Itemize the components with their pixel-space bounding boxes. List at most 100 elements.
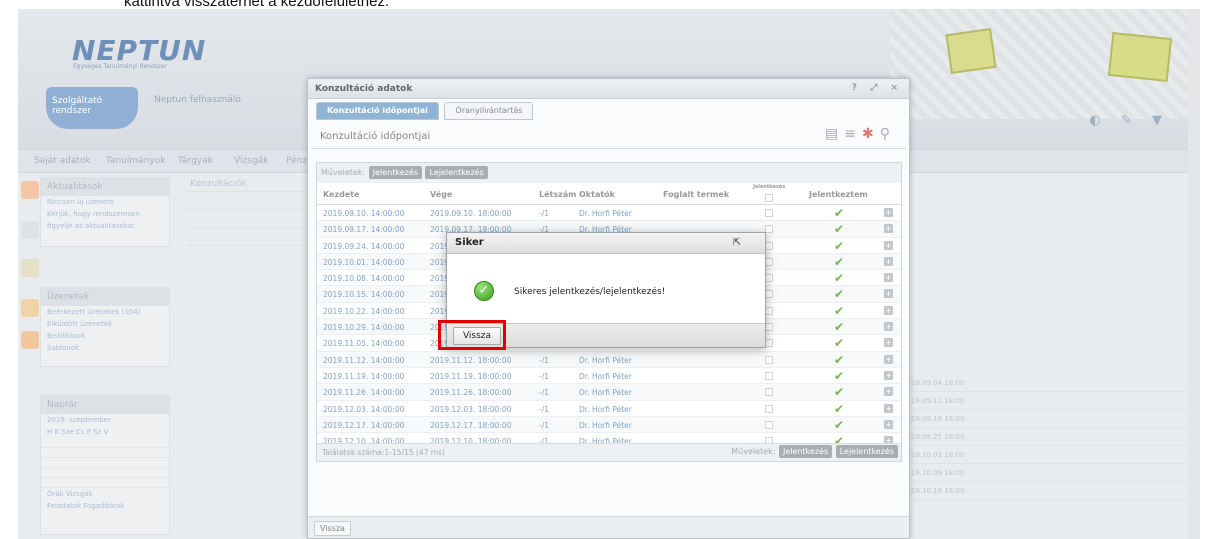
menu-item[interactable]: Tanulmányok [106,156,165,166]
expand-icon[interactable]: + [884,354,893,364]
cell-start: 2019.09.17. 14:00:00 [323,225,405,235]
tab-consultation-times[interactable]: Konzultáció időpontjai [316,102,439,120]
cell-teacher[interactable]: Dr. Horfi Péter [579,421,632,430]
expand-icon[interactable]: + [884,208,893,217]
window-controls[interactable]: ? ⤢ × [852,83,903,93]
export-icon[interactable]: ▤ [825,126,844,142]
row-checkbox[interactable] [765,209,773,217]
print-icon[interactable]: ≡ [844,126,862,142]
cell-teacher[interactable]: Dr. Horfi Péter [579,405,632,414]
menu-item[interactable]: Saját adatok [34,156,91,166]
table-row[interactable]: 2019.11.26. 14:00:00 2019.11.26. 18:00:00… [317,384,901,401]
applied-check-icon: ✔ [834,206,845,220]
select-all-checkbox[interactable] [765,194,773,202]
row-checkbox[interactable] [765,274,773,283]
user-badge[interactable]: Szolgáltató rendszer [46,87,138,129]
footer-apply-button[interactable]: Jelentkezés [778,445,833,458]
expand-icon[interactable]: + [884,273,893,283]
cell-teacher[interactable]: Dr. Horfi Péter [579,356,632,365]
col-end[interactable]: Vége [430,190,452,199]
favorites-icon[interactable] [21,181,39,199]
row-checkbox[interactable] [765,420,773,429]
expand-icon[interactable]: + [884,387,893,397]
expand-icon[interactable]: + [884,240,893,250]
expand-icon[interactable]: + [884,338,893,348]
sidebar-line[interactable]: Feladatok Fogadóórák [41,500,169,512]
header-icons[interactable]: ◐ ✎ ▼ [1090,113,1171,128]
expand-icon[interactable]: + [884,370,893,380]
table-row[interactable]: 2019.12.03. 14:00:00 2019.12.03. 18:00:00… [317,401,901,417]
window-back-button[interactable]: Vissza [314,521,351,536]
table-row[interactable]: 2019.12.17. 14:00:00 2019.12.17. 18:00:00… [317,416,901,434]
cell-start: 2019.09.24. 14:00:00 [323,241,405,251]
unapply-button[interactable]: Lejelentkezés [425,166,488,179]
row-checkbox[interactable] [765,241,773,250]
panel-row [186,210,306,228]
expand-icon[interactable]: + [884,224,893,234]
row-checkbox[interactable] [765,404,773,413]
sidebar-line[interactable]: Beállítások [41,330,169,342]
pin-icon[interactable]: ✱ [862,126,880,142]
list-row[interactable]: 2019.09.04 18:00 [898,374,1198,392]
page-scrollbar[interactable] [1188,9,1200,539]
calendar-icon[interactable] [21,331,39,349]
table-row[interactable]: 2019.09.10. 14:00:00 2019.09.10. 18:00:00… [317,205,901,222]
list-row[interactable]: 2019.10.09 18:00 [898,464,1198,482]
list-row[interactable]: 2019.09.18 18:00 [898,410,1198,428]
col-teacher[interactable]: Oktatók [579,190,615,199]
sidebar-line[interactable]: Nincsen új üzenete [41,196,169,208]
table-row[interactable]: 2019.11.12. 14:00:00 2019.11.12. 18:00:00… [317,351,901,368]
expand-icon[interactable]: + [884,256,893,266]
cell-end: 2019.09.10. 18:00:00 [430,209,512,218]
list-row[interactable]: 2019.09.11 18:00 [898,392,1198,410]
row-checkbox[interactable] [765,388,773,397]
footer-actions-label: Műveletek: [731,447,776,456]
col-apply[interactable]: Jelentkezés [753,184,785,190]
calendar-grid[interactable] [41,438,169,488]
expand-icon[interactable]: + [884,403,893,413]
expand-icon[interactable]: + [884,419,893,429]
star-icon[interactable] [21,259,39,277]
cell-teacher[interactable]: Dr. Horfi Péter [579,209,632,218]
list-row[interactable]: 2019.10.16 18:00 [898,482,1198,500]
menu-item[interactable]: Tárgyak [178,156,213,166]
apply-button[interactable]: Jelentkezés [368,166,422,179]
row-checkbox[interactable] [765,339,773,348]
search-icon[interactable]: ⚲ [880,126,896,142]
row-checkbox[interactable] [765,371,773,380]
row-checkbox[interactable] [765,355,773,364]
sidebar-line[interactable]: Elküldött üzenetek [41,318,169,330]
sidebar-line[interactable]: Sablonok [41,342,169,354]
sidebar-line[interactable]: Beérkezett üzenetek (104) [41,306,169,318]
expand-icon[interactable]: + [884,305,893,315]
row-checkbox[interactable] [765,257,773,266]
cell-start: 2019.11.05. 14:00:00 [323,339,405,349]
restore-icon[interactable]: ⇱ [733,237,741,248]
sidebar-line[interactable]: Órák Vizsgák [41,488,169,500]
tab-attendance[interactable]: Óranyilvántartás [444,102,534,120]
cell-teacher[interactable]: Dr. Horfi Péter [579,372,632,381]
menu-item[interactable]: Vizsgák [234,156,268,166]
col-count[interactable]: Létszám [539,190,577,199]
applied-check-icon: ✔ [834,352,845,367]
list-row[interactable]: 2019.09.25 18:00 [898,428,1198,446]
window-title: Konzultáció adatok ? ⤢ × [308,79,909,99]
pin-icon[interactable] [21,221,39,239]
row-checkbox[interactable] [765,306,773,315]
cell-start: 2019.10.29. 14:00:00 [323,323,405,333]
table-row[interactable]: 2019.11.19. 14:00:00 2019.11.19. 18:00:00… [317,368,901,385]
mail-icon[interactable] [21,299,39,317]
row-checkbox[interactable] [765,290,773,299]
expand-icon[interactable]: + [884,322,893,332]
col-applied[interactable]: Jelentkeztem [809,190,868,199]
col-start[interactable]: Kezdete [323,190,360,199]
cell-end: 2019.12.17. 18:00:00 [430,420,512,430]
expand-icon[interactable]: + [884,289,893,299]
col-room[interactable]: Foglalt termek [663,190,729,199]
footer-unapply-button[interactable]: Lejelentkezés [835,445,898,458]
row-checkbox[interactable] [765,323,773,332]
cell-teacher[interactable]: Dr. Horfi Péter [579,388,632,397]
list-row[interactable]: 2019.10.02 18:00 [898,446,1198,464]
sidebar-calendar: Naptár 2019. szeptember H K Sze Cs P Sz … [40,395,170,535]
row-checkbox[interactable] [765,225,773,234]
